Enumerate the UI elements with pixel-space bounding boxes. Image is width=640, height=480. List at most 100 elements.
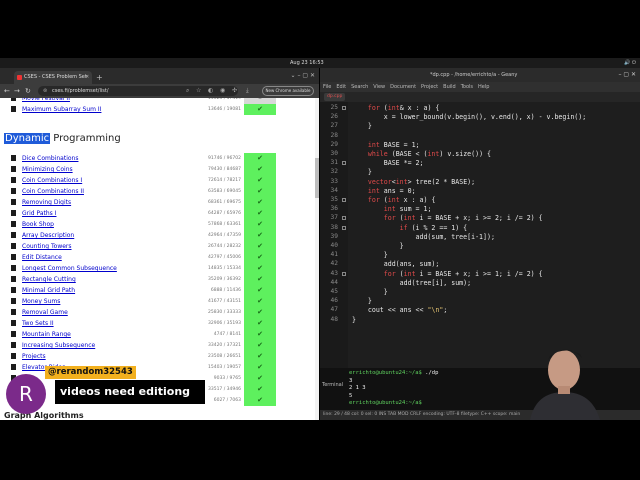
problem-link[interactable]: Two Sets II xyxy=(22,318,54,329)
document-icon xyxy=(11,342,16,348)
solved-status-badge: ✔ xyxy=(244,104,276,115)
problem-row: Counting Towers 26744 / 28232 ✔ xyxy=(0,241,300,252)
terminal-tab-label[interactable]: Terminal xyxy=(322,382,343,388)
problem-row: Grid Paths I 64287 / 65976 ✔ xyxy=(0,208,300,219)
editor-window-controls[interactable]: – ▢ ✕ xyxy=(618,68,636,82)
problem-stats: 32906 / 35193 xyxy=(207,321,241,326)
line-number: 47 xyxy=(330,306,338,314)
line-number: 35 xyxy=(330,196,338,203)
code-line: add(sum, tree[i-1]); xyxy=(352,232,495,241)
problem-row: Minimizing Coins 79430 / 84687 ✔ xyxy=(0,164,300,175)
back-icon[interactable]: ← xyxy=(4,84,10,98)
solved-status-badge: ✔ xyxy=(244,175,276,186)
code-area[interactable]: for (int& x : a) { x = lower_bound(v.beg… xyxy=(348,102,640,368)
problem-link[interactable]: Dice Combinations xyxy=(22,153,78,164)
zoom-icon[interactable]: ⌕ xyxy=(186,84,189,98)
problem-row: Mountain Range 4747 / 8141 ✔ xyxy=(0,329,300,340)
editor-file-tab[interactable]: dp.cpp xyxy=(324,93,346,101)
reload-icon[interactable]: ↻ xyxy=(25,84,31,98)
code-line: cout << ans << "\n"; xyxy=(352,306,448,315)
problem-row: Coin Combinations II 63583 / 69045 ✔ xyxy=(0,186,300,197)
browser-address-bar: ← → ↻ ⊜ cses.fi/problemset/list/ ⌕ ☆ ◐ ◉… xyxy=(0,84,319,98)
problem-link[interactable]: Increasing Subsequence xyxy=(22,340,95,351)
problem-link[interactable]: Mountain Range xyxy=(22,329,71,340)
forward-icon[interactable]: → xyxy=(14,84,20,98)
system-tray-icons[interactable]: 🔊 ⏻ xyxy=(624,58,636,68)
editor-menu-item[interactable]: Tools xyxy=(461,84,473,90)
problem-link[interactable]: Array Description xyxy=(22,230,74,241)
editor-menu-item[interactable]: Edit xyxy=(336,84,346,90)
section-heading-dynamic-programming: Dynamic Programming xyxy=(4,132,121,146)
code-line: if (i % 2 == 1) { xyxy=(399,223,468,232)
solved-status-badge: ✔ xyxy=(244,186,276,197)
problem-stats: 14835 / 15334 xyxy=(207,266,241,271)
fold-marker-icon[interactable] xyxy=(342,271,346,276)
problem-link[interactable]: Coin Combinations II xyxy=(22,186,84,197)
problem-row: Increasing Subsequence 33420 / 37321 ✔ xyxy=(0,340,300,351)
line-number-gutter: 25 26 27 28 29 30 31 32 33 34 35 36 37 38 39 40 41 42 43 44… xyxy=(320,102,348,368)
line-number: 28 xyxy=(330,131,338,139)
problem-link[interactable]: Coin Combinations I xyxy=(22,175,82,186)
problem-row: Book Shop 57868 / 63361 ✔ xyxy=(0,219,300,230)
problem-stats: 33420 / 37321 xyxy=(207,343,241,348)
code-line: } xyxy=(352,122,372,131)
line-number: 38 xyxy=(330,223,338,231)
solved-status-badge: ✔ xyxy=(244,318,276,329)
page-scrollbar[interactable] xyxy=(315,98,319,420)
editor-menu-item[interactable]: Build xyxy=(443,84,456,90)
site-info-icon[interactable]: ⊜ xyxy=(43,86,47,96)
editor-menu-item[interactable]: Search xyxy=(351,84,368,90)
browser-tab[interactable]: CSES - CSES Problem Set xyxy=(14,71,92,84)
editor-menu-item[interactable]: Help xyxy=(478,84,489,90)
problem-row: Longest Common Subsequence 14835 / 15334 ✔ xyxy=(0,263,300,274)
fold-marker-icon[interactable] xyxy=(342,198,346,202)
document-icon xyxy=(11,166,16,172)
extension-icon[interactable]: ◐ xyxy=(208,84,213,98)
fold-marker-icon[interactable] xyxy=(342,216,346,221)
problem-link[interactable]: Longest Common Subsequence xyxy=(22,263,117,274)
fold-marker-icon[interactable] xyxy=(342,225,346,230)
problem-stats: 25830 / 33333 xyxy=(207,310,241,315)
terminal-line: 5 xyxy=(349,393,352,399)
problem-row: Rectangle Cutting 35209 / 36392 ✔ xyxy=(0,274,300,285)
tab-close-icon[interactable]: ✕ xyxy=(85,71,89,84)
problem-row: Maximum Subarray Sum II 13646 / 19081 ✔ xyxy=(0,104,300,115)
fold-marker-icon[interactable] xyxy=(342,161,346,166)
editor-menu-item[interactable]: File xyxy=(323,84,331,90)
problem-stats: 79430 / 84687 xyxy=(207,167,241,172)
problem-link[interactable]: Counting Towers xyxy=(22,241,72,252)
bookmark-star-icon[interactable]: ☆ xyxy=(196,84,201,98)
problem-stats: 15403 / 19057 xyxy=(207,365,241,370)
editor-menu-item[interactable]: Document xyxy=(390,84,416,90)
problem-link[interactable]: Projects xyxy=(22,351,46,362)
problem-link[interactable]: Maximum Subarray Sum II xyxy=(22,104,101,115)
browser-window-controls[interactable]: ⌄ – ▢ ✕ xyxy=(291,71,315,81)
line-number: 30 xyxy=(330,150,338,157)
problem-link[interactable]: Removal Game xyxy=(22,307,68,318)
problem-link[interactable]: Book Shop xyxy=(22,219,54,230)
scrollbar-thumb[interactable] xyxy=(315,158,319,198)
fold-marker-icon[interactable] xyxy=(342,106,346,110)
terminal-text: 2 1 3 xyxy=(349,385,366,391)
editor-title: *dp.cpp - /home/errichto/a - Geany xyxy=(430,72,518,78)
code-line: } xyxy=(352,288,388,296)
editor-menu-item[interactable]: Project xyxy=(421,84,438,90)
terminal-prompt: errichto@ubuntu24:~/a$ xyxy=(349,400,422,406)
problem-link[interactable]: Money Sums xyxy=(22,296,60,307)
puzzle-icon[interactable]: ✣ xyxy=(232,84,237,98)
problem-stats: 13646 / 19081 xyxy=(207,107,241,112)
problem-link[interactable]: Minimizing Coins xyxy=(22,164,73,175)
download-icon[interactable]: ⤓ xyxy=(246,84,249,98)
document-icon xyxy=(11,188,16,194)
problem-link[interactable]: Rectangle Cutting xyxy=(22,274,76,285)
solved-status-badge: ✔ xyxy=(244,230,276,241)
new-chrome-available-button[interactable]: New Chrome available xyxy=(262,86,314,96)
problem-link[interactable]: Minimal Grid Path xyxy=(22,285,75,296)
extension-icon[interactable]: ◉ xyxy=(220,84,225,98)
problem-link[interactable]: Grid Paths I xyxy=(22,208,56,219)
editor-menu-item[interactable]: View xyxy=(373,84,385,90)
problem-link[interactable]: Edit Distance xyxy=(22,252,62,263)
problem-link[interactable]: Removing Digits xyxy=(22,197,71,208)
document-icon xyxy=(11,177,16,183)
new-tab-icon[interactable]: + xyxy=(96,71,103,84)
